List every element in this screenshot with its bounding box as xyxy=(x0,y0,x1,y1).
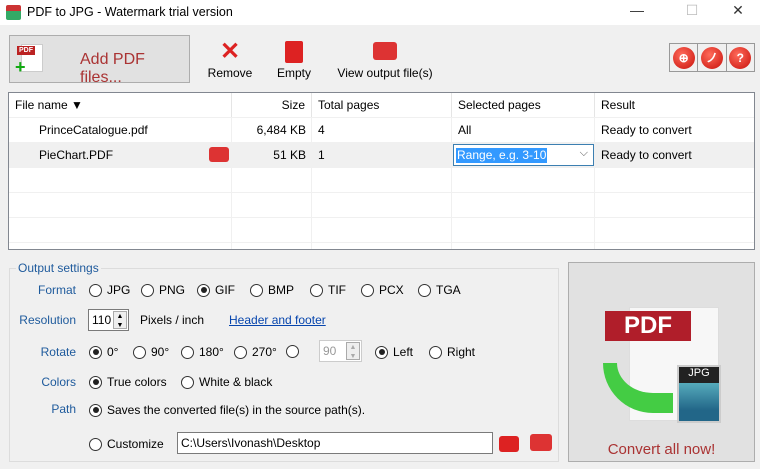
path-label: Path xyxy=(51,402,76,416)
remove-x-icon: ✕ xyxy=(219,38,241,65)
website-button[interactable]: ⊕ xyxy=(670,44,699,71)
table-header: File name ▼ Size Total pages Selected pa… xyxy=(9,93,754,118)
total-pages: 4 xyxy=(318,123,325,137)
resolution-spinner[interactable]: 110 ▲ ▼ xyxy=(88,309,129,331)
format-jpg[interactable]: JPG xyxy=(89,283,130,297)
header-selected-pages[interactable]: Selected pages xyxy=(452,93,595,117)
wrench-icon: ノ xyxy=(700,46,723,69)
pdf-to-jpg-icon: PDF JPG xyxy=(601,303,731,428)
colors-label: Colors xyxy=(41,375,76,389)
open-folder-icon[interactable] xyxy=(209,147,229,162)
file-size: 6,484 KB xyxy=(256,123,306,137)
view-output-button[interactable]: View output file(s) xyxy=(334,38,436,80)
colors-bw[interactable]: White & black xyxy=(181,375,272,389)
resolution-label: Resolution xyxy=(19,313,76,327)
header-result[interactable]: Result xyxy=(595,93,754,117)
convert-all-label: Convert all now! xyxy=(607,441,716,458)
colors-true[interactable]: True colors xyxy=(89,375,167,389)
remove-button[interactable]: ✕ Remove xyxy=(205,38,255,80)
path-source[interactable]: Saves the converted file(s) in the sourc… xyxy=(89,403,365,417)
rotate-custom[interactable] xyxy=(286,345,299,358)
remove-label: Remove xyxy=(207,66,253,80)
browse-folder-icon[interactable] xyxy=(499,436,519,452)
add-pdf-icon: PDF + xyxy=(15,44,45,76)
header-size[interactable]: Size xyxy=(232,93,312,117)
view-output-label: View output file(s) xyxy=(337,66,433,80)
empty-button[interactable]: Empty xyxy=(272,38,316,80)
table-row[interactable]: PieChart.PDF 51 KB 1 Range, e.g. 3-10 ⌵ … xyxy=(9,143,754,168)
convert-all-button[interactable]: PDF JPG Convert all now! xyxy=(568,262,755,462)
selected-pages[interactable]: All xyxy=(452,118,477,142)
output-settings-title: Output settings xyxy=(16,261,101,275)
format-label: Format xyxy=(37,283,76,297)
rotate-90[interactable]: 90° xyxy=(133,345,169,359)
chevron-down-icon[interactable]: ⌵ xyxy=(580,147,588,160)
rotate-custom-spinner[interactable]: 90 ▲ ▼ xyxy=(319,340,362,362)
result: Ready to convert xyxy=(601,148,692,162)
file-table: File name ▼ Size Total pages Selected pa… xyxy=(8,92,755,250)
path-customize[interactable]: Customize xyxy=(89,437,164,451)
file-name: PieChart.PDF xyxy=(39,148,114,162)
help-toolbar: ⊕ ノ ? xyxy=(669,43,755,72)
file-name: PrinceCatalogue.pdf xyxy=(39,123,148,137)
folder-search-icon xyxy=(334,38,436,66)
maximize-button[interactable]: ☐ xyxy=(672,2,712,22)
help-button[interactable]: ? xyxy=(727,44,754,71)
file-size: 51 KB xyxy=(273,148,306,162)
title-bar: PDF to JPG - Watermark trial version — ☐… xyxy=(0,0,760,25)
format-gif[interactable]: GIF xyxy=(197,283,235,297)
add-pdf-files-button[interactable]: PDF + Add PDF files... xyxy=(9,35,190,86)
window-title: PDF to JPG - Watermark trial version xyxy=(27,5,233,19)
open-output-folder-icon[interactable] xyxy=(530,434,552,451)
rotate-0[interactable]: 0° xyxy=(89,345,118,359)
header-file-name[interactable]: File name ▼ xyxy=(9,93,232,117)
help-icon: ? xyxy=(729,46,752,69)
rotate-right[interactable]: Right xyxy=(429,345,475,359)
rotate-label: Rotate xyxy=(40,345,76,359)
header-footer-link[interactable]: Header and footer xyxy=(229,313,326,327)
format-tif[interactable]: TIF xyxy=(310,283,346,297)
total-pages: 1 xyxy=(318,148,325,162)
empty-label: Empty xyxy=(276,66,311,80)
format-bmp[interactable]: BMP xyxy=(250,283,294,297)
rotate-270[interactable]: 270° xyxy=(234,345,277,359)
app-icon xyxy=(6,5,21,20)
settings-button[interactable]: ノ xyxy=(698,44,727,71)
format-pcx[interactable]: PCX xyxy=(361,283,404,297)
globe-icon: ⊕ xyxy=(672,46,695,69)
result: Ready to convert xyxy=(601,123,692,137)
path-input[interactable]: C:\Users\Ivonash\Desktop xyxy=(177,432,493,454)
recycle-bin-icon xyxy=(272,38,316,66)
resolution-unit: Pixels / inch xyxy=(140,313,205,327)
header-total-pages[interactable]: Total pages xyxy=(312,93,452,117)
add-pdf-label: Add PDF files... xyxy=(80,51,145,86)
spinner-arrows-icon: ▲ ▼ xyxy=(113,311,127,329)
close-button[interactable]: ✕ xyxy=(718,2,758,22)
minimize-button[interactable]: — xyxy=(617,2,657,22)
selected-pages-input[interactable]: Range, e.g. 3-10 xyxy=(456,148,548,163)
selected-pages-combo[interactable]: Range, e.g. 3-10 ⌵ xyxy=(453,144,594,166)
format-tga[interactable]: TGA xyxy=(418,283,461,297)
format-png[interactable]: PNG xyxy=(141,283,185,297)
rotate-180[interactable]: 180° xyxy=(181,345,224,359)
table-row[interactable]: PrinceCatalogue.pdf 6,484 KB 4 All Ready… xyxy=(9,118,754,143)
rotate-left[interactable]: Left xyxy=(375,345,413,359)
